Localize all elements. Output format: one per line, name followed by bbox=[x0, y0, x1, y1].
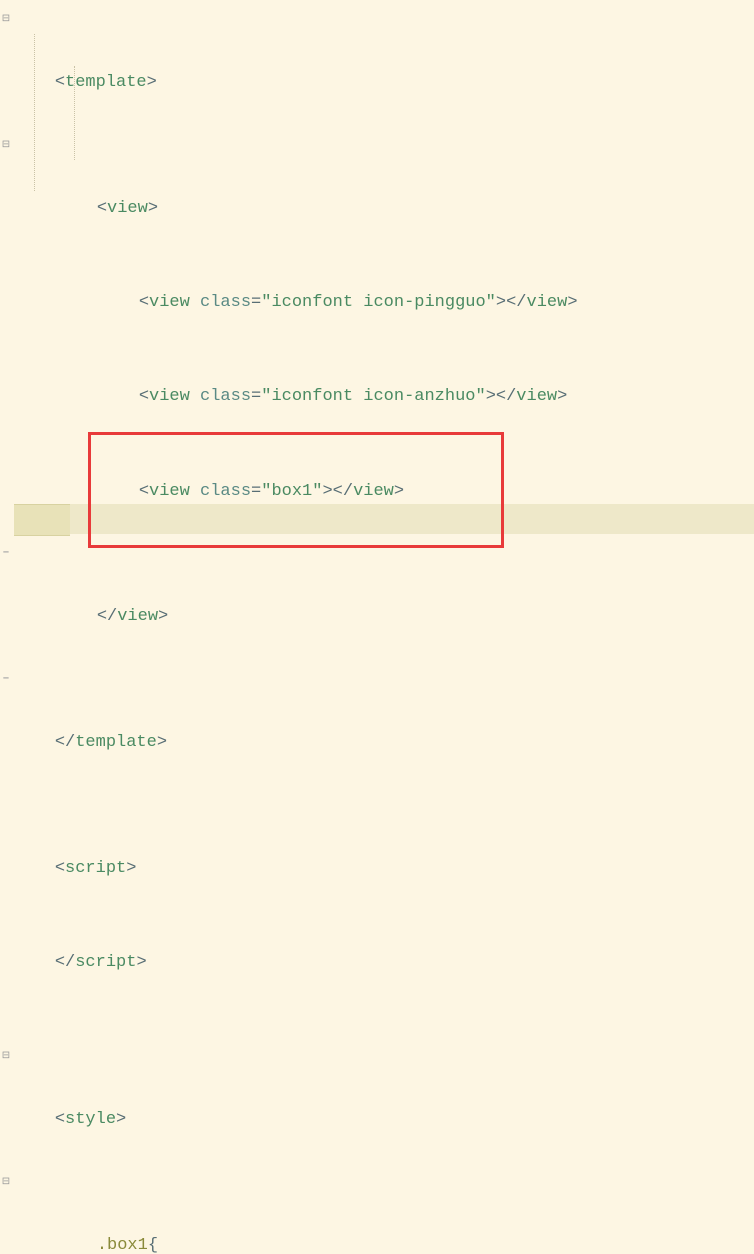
code-token: ></ bbox=[486, 387, 517, 406]
code-token: > bbox=[126, 859, 136, 878]
code-line[interactable]: <script> bbox=[0, 821, 754, 915]
code-token: > bbox=[136, 953, 146, 972]
brace-open: { bbox=[148, 1236, 158, 1254]
fold-icon[interactable] bbox=[0, 664, 12, 684]
tag-script: script bbox=[75, 953, 136, 972]
attr-value: "iconfont icon-anzhuo" bbox=[261, 387, 485, 406]
attr-class: class bbox=[200, 293, 251, 312]
tag-script: script bbox=[65, 859, 126, 878]
css-selector: .box1 bbox=[97, 1236, 148, 1254]
fold-icon[interactable] bbox=[0, 1167, 12, 1188]
fold-icon[interactable] bbox=[0, 130, 12, 151]
code-line[interactable]: </script> bbox=[0, 916, 754, 1010]
code-token: > bbox=[567, 293, 577, 312]
code-line[interactable]: </view> bbox=[0, 538, 754, 664]
code-token: > bbox=[147, 73, 157, 92]
tag-template: template bbox=[75, 733, 157, 752]
code-token: > bbox=[148, 199, 158, 218]
code-editor[interactable]: <template> <view> <view class="iconfont … bbox=[0, 0, 754, 1254]
code-line[interactable] bbox=[0, 790, 754, 821]
tag-view: view bbox=[117, 607, 158, 626]
tag-view: view bbox=[149, 293, 190, 312]
code-line[interactable]: <template> bbox=[0, 4, 754, 130]
attr-value: "iconfont icon-pingguo" bbox=[261, 293, 496, 312]
attr-class: class bbox=[200, 387, 251, 406]
code-token: < bbox=[139, 387, 149, 406]
code-token: < bbox=[139, 293, 149, 312]
code-line[interactable]: <view class="iconfont icon-anzhuo"></vie… bbox=[0, 350, 754, 444]
code-line[interactable]: </template> bbox=[0, 664, 754, 790]
code-line[interactable]: <style> bbox=[0, 1041, 754, 1167]
code-token: = bbox=[251, 387, 261, 406]
code-token: > bbox=[116, 1110, 126, 1129]
tag-style: style bbox=[65, 1110, 116, 1129]
code-token: </ bbox=[55, 733, 75, 752]
code-line[interactable]: <view> bbox=[0, 130, 754, 256]
fold-icon[interactable] bbox=[0, 538, 12, 558]
annotation-redbox bbox=[88, 432, 504, 548]
code-token: > bbox=[557, 387, 567, 406]
tag-view: view bbox=[527, 293, 568, 312]
code-line[interactable] bbox=[0, 1010, 754, 1041]
code-token: < bbox=[97, 199, 107, 218]
tag-view: view bbox=[149, 387, 190, 406]
code-token: < bbox=[55, 73, 65, 92]
code-line[interactable]: <view class="iconfont icon-pingguo"></vi… bbox=[0, 256, 754, 350]
fold-icon[interactable] bbox=[0, 4, 12, 25]
fold-icon[interactable] bbox=[0, 1041, 12, 1062]
code-token: ></ bbox=[496, 293, 527, 312]
code-token: </ bbox=[97, 607, 117, 626]
tag-view: view bbox=[516, 387, 557, 406]
code-token: > bbox=[157, 733, 167, 752]
tag-view: view bbox=[107, 199, 148, 218]
code-token: = bbox=[251, 293, 261, 312]
code-token: > bbox=[158, 607, 168, 626]
code-line[interactable]: .box1{ bbox=[0, 1167, 754, 1254]
code-token: < bbox=[55, 1110, 65, 1129]
code-token: </ bbox=[55, 953, 75, 972]
code-token: < bbox=[55, 859, 65, 878]
tag-template: template bbox=[65, 73, 147, 92]
